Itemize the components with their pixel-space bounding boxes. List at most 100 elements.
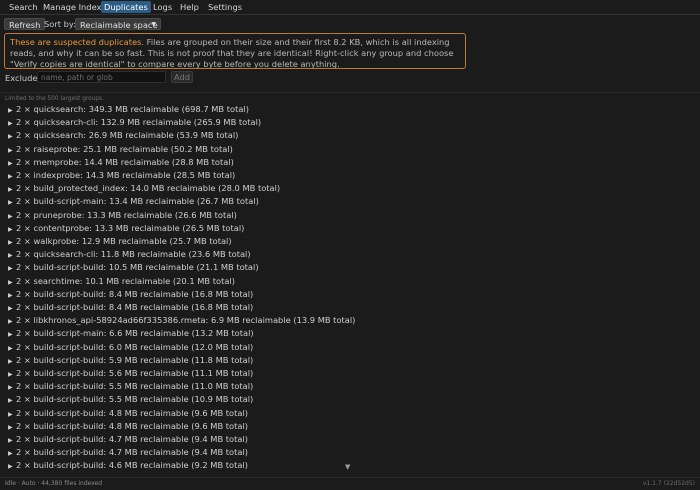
version-label: v1.1.7 (22d52d5) xyxy=(642,480,695,487)
duplicate-group-label: 2 × libkhronos_api-58924ad66f335386.rmet… xyxy=(16,315,356,326)
duplicate-group-row[interactable]: ▶ 2 × build_protected_index: 14.0 MB recl… xyxy=(8,182,280,195)
duplicate-group-row[interactable]: ▶ 2 × libkhronos_api-58924ad66f335386.rme… xyxy=(8,314,355,327)
expand-arrow-icon[interactable]: ▶ xyxy=(8,223,16,236)
expand-arrow-icon[interactable]: ▶ xyxy=(8,434,16,447)
expand-arrow-icon[interactable]: ▶ xyxy=(8,236,16,249)
duplicate-group-row[interactable]: ▶ 2 × build-script-build: 4.6 MB reclaima… xyxy=(8,459,248,471)
sort-label: Sort by: xyxy=(44,19,77,29)
expand-arrow-icon[interactable]: ▶ xyxy=(8,302,16,315)
menu-logs[interactable]: Logs xyxy=(150,1,175,13)
duplicate-group-label: 2 × build-script-build: 10.5 MB reclaima… xyxy=(16,262,259,273)
exclude-input[interactable] xyxy=(37,71,166,83)
duplicate-group-list[interactable]: ▶ 2 × quicksearch: 349.3 MB reclaimable (… xyxy=(0,103,700,471)
duplicate-group-row[interactable]: ▶ 2 × quicksearch: 349.3 MB reclaimable (… xyxy=(8,103,249,116)
duplicate-group-row[interactable]: ▶ 2 × build-script-build: 5.9 MB reclaima… xyxy=(8,354,253,367)
duplicate-group-row[interactable]: ▶ 2 × walkprobe: 12.9 MB reclaimable (25.… xyxy=(8,235,232,248)
duplicate-group-label: 2 × build-script-build: 4.6 MB reclaimab… xyxy=(16,460,249,471)
refresh-button[interactable]: Refresh xyxy=(4,18,46,30)
duplicate-group-row[interactable]: ▶ 2 × contentprobe: 13.3 MB reclaimable (… xyxy=(8,222,244,235)
duplicate-group-row[interactable]: ▶ 2 × build-script-main: 6.6 MB reclaimab… xyxy=(8,327,254,340)
sort-value: Reclaimable space xyxy=(80,20,158,30)
duplicate-group-row[interactable]: ▶ 2 × build-script-build: 4.8 MB reclaima… xyxy=(8,420,248,433)
duplicate-group-row[interactable]: ▶ 2 × quicksearch: 26.9 MB reclaimable (5… xyxy=(8,129,238,142)
duplicate-group-label: 2 × build-script-build: 4.7 MB reclaimab… xyxy=(16,434,249,444)
exclude-divider xyxy=(0,92,700,93)
expand-arrow-icon[interactable]: ▶ xyxy=(8,421,16,434)
expand-arrow-icon[interactable]: ▶ xyxy=(8,104,16,117)
scroll-down-icon[interactable]: ▼ xyxy=(345,463,350,471)
duplicate-group-label: 2 × build-script-build: 4.7 MB reclaimab… xyxy=(16,447,249,458)
expand-arrow-icon[interactable]: ▶ xyxy=(8,183,16,196)
sort-dropdown[interactable]: Reclaimable space ▼ xyxy=(75,18,161,30)
duplicate-group-label: 2 × contentprobe: 13.3 MB reclaimable (2… xyxy=(16,222,245,233)
duplicate-group-row[interactable]: ▶ 2 × build-script-build: 4.8 MB reclaima… xyxy=(8,407,248,420)
duplicate-group-label: 2 × build-script-build: 5.6 MB reclaimab… xyxy=(16,368,254,378)
status-text: Idle · Auto · 44,380 files indexed xyxy=(5,480,103,487)
menu-settings[interactable]: Settings xyxy=(205,1,245,13)
expand-arrow-icon[interactable]: ▶ xyxy=(8,394,16,407)
duplicate-group-label: 2 × build-script-build: 4.8 MB reclaimab… xyxy=(16,407,249,418)
duplicate-group-label: 2 × build_protected_index: 14.0 MB recla… xyxy=(16,183,281,194)
duplicate-group-label: 2 × pruneprobe: 13.3 MB reclaimable (26.… xyxy=(16,209,237,220)
expand-arrow-icon[interactable]: ▶ xyxy=(8,117,16,130)
expand-arrow-icon[interactable]: ▶ xyxy=(8,157,16,170)
expand-arrow-icon[interactable]: ▶ xyxy=(8,447,16,460)
chevron-down-icon: ▼ xyxy=(151,21,156,28)
duplicate-group-label: 2 × build-script-build: 4.8 MB reclaimab… xyxy=(16,420,249,431)
duplicate-group-row[interactable]: ▶ 2 × build-script-build: 5.6 MB reclaima… xyxy=(8,367,253,380)
duplicate-group-label: 2 × quicksearch-cli: 11.8 MB reclaimable… xyxy=(16,249,251,260)
expand-arrow-icon[interactable]: ▶ xyxy=(8,328,16,341)
expand-arrow-icon[interactable]: ▶ xyxy=(8,342,16,355)
expand-arrow-icon[interactable]: ▶ xyxy=(8,355,16,368)
duplicate-group-row[interactable]: ▶ 2 × build-script-build: 5.5 MB reclaima… xyxy=(8,380,253,393)
menu-search[interactable]: Search xyxy=(6,1,41,13)
duplicate-group-label: 2 × build-script-build: 5.5 MB reclaimab… xyxy=(16,381,254,392)
expand-arrow-icon[interactable]: ▶ xyxy=(8,460,16,471)
duplicate-group-label: 2 × build-script-main: 6.6 MB reclaimabl… xyxy=(16,328,254,339)
duplicate-group-row[interactable]: ▶ 2 × pruneprobe: 13.3 MB reclaimable (26… xyxy=(8,209,237,222)
duplicate-group-row[interactable]: ▶ 2 × indexprobe: 14.3 MB reclaimable (28… xyxy=(8,169,235,182)
menu-duplicates[interactable]: Duplicates xyxy=(101,1,151,13)
duplicate-group-row[interactable]: ▶ 2 × build-script-build: 4.7 MB reclaima… xyxy=(8,446,248,459)
expand-arrow-icon[interactable]: ▶ xyxy=(8,289,16,302)
expand-arrow-icon[interactable]: ▶ xyxy=(8,196,16,209)
expand-arrow-icon[interactable]: ▶ xyxy=(8,130,16,143)
duplicate-group-row[interactable]: ▶ 2 × build-script-build: 10.5 MB reclaim… xyxy=(8,261,259,274)
duplicate-group-label: 2 × build-script-build: 8.4 MB reclaimab… xyxy=(16,302,254,312)
expand-arrow-icon[interactable]: ▶ xyxy=(8,262,16,275)
expand-arrow-icon[interactable]: ▶ xyxy=(8,210,16,223)
duplicate-group-label: 2 × quicksearch: 349.3 MB reclaimable (6… xyxy=(16,104,249,114)
menu-divider xyxy=(0,14,700,15)
duplicate-group-row[interactable]: ▶ 2 × build-script-build: 8.4 MB reclaima… xyxy=(8,301,253,314)
duplicate-group-row[interactable]: ▶ 2 × build-script-main: 13.4 MB reclaima… xyxy=(8,195,259,208)
expand-arrow-icon[interactable]: ▶ xyxy=(8,408,16,421)
duplicate-group-row[interactable]: ▶ 2 × build-script-build: 5.5 MB reclaima… xyxy=(8,393,253,406)
menu-help[interactable]: Help xyxy=(177,1,202,13)
exclude-label: Exclude: xyxy=(5,73,41,83)
duplicate-group-label: 2 × raiseprobe: 25.1 MB reclaimable (50.… xyxy=(16,143,233,154)
duplicate-group-label: 2 × build-script-build: 8.4 MB reclaimab… xyxy=(16,288,254,299)
duplicate-group-label: 2 × build-script-build: 5.5 MB reclaimab… xyxy=(16,394,254,405)
duplicate-group-label: 2 × build-script-main: 13.4 MB reclaimab… xyxy=(16,196,259,207)
duplicate-group-row[interactable]: ▶ 2 × memprobe: 14.4 MB reclaimable (28.8… xyxy=(8,156,234,169)
duplicate-group-row[interactable]: ▶ 2 × searchtime: 10.1 MB reclaimable (20… xyxy=(8,275,235,288)
duplicate-group-row[interactable]: ▶ 2 × quicksearch-cli: 11.8 MB reclaimabl… xyxy=(8,248,251,261)
duplicate-group-label: 2 × memprobe: 14.4 MB reclaimable (28.8 … xyxy=(16,156,234,167)
duplicate-group-row[interactable]: ▶ 2 × build-script-build: 8.4 MB reclaima… xyxy=(8,288,253,301)
duplicates-warning: These are suspected duplicates. Files ar… xyxy=(4,33,466,69)
duplicate-group-label: 2 × indexprobe: 14.3 MB reclaimable (28.… xyxy=(16,170,236,180)
duplicate-group-row[interactable]: ▶ 2 × quicksearch-cli: 132.9 MB reclaimab… xyxy=(8,116,261,129)
duplicate-group-row[interactable]: ▶ 2 × build-script-build: 6.0 MB reclaima… xyxy=(8,341,253,354)
expand-arrow-icon[interactable]: ▶ xyxy=(8,368,16,381)
expand-arrow-icon[interactable]: ▶ xyxy=(8,144,16,157)
expand-arrow-icon[interactable]: ▶ xyxy=(8,170,16,183)
menu-manage-index[interactable]: Manage Index xyxy=(40,1,104,13)
add-exclude-button[interactable]: Add xyxy=(171,71,193,83)
duplicate-group-row[interactable]: ▶ 2 × raiseprobe: 25.1 MB reclaimable (50… xyxy=(8,143,233,156)
status-bar: Idle · Auto · 44,380 files indexed v1.1.… xyxy=(0,478,700,490)
duplicate-group-row[interactable]: ▶ 2 × build-script-build: 4.7 MB reclaima… xyxy=(8,433,248,446)
expand-arrow-icon[interactable]: ▶ xyxy=(8,276,16,289)
expand-arrow-icon[interactable]: ▶ xyxy=(8,315,16,328)
expand-arrow-icon[interactable]: ▶ xyxy=(8,381,16,394)
expand-arrow-icon[interactable]: ▶ xyxy=(8,249,16,262)
